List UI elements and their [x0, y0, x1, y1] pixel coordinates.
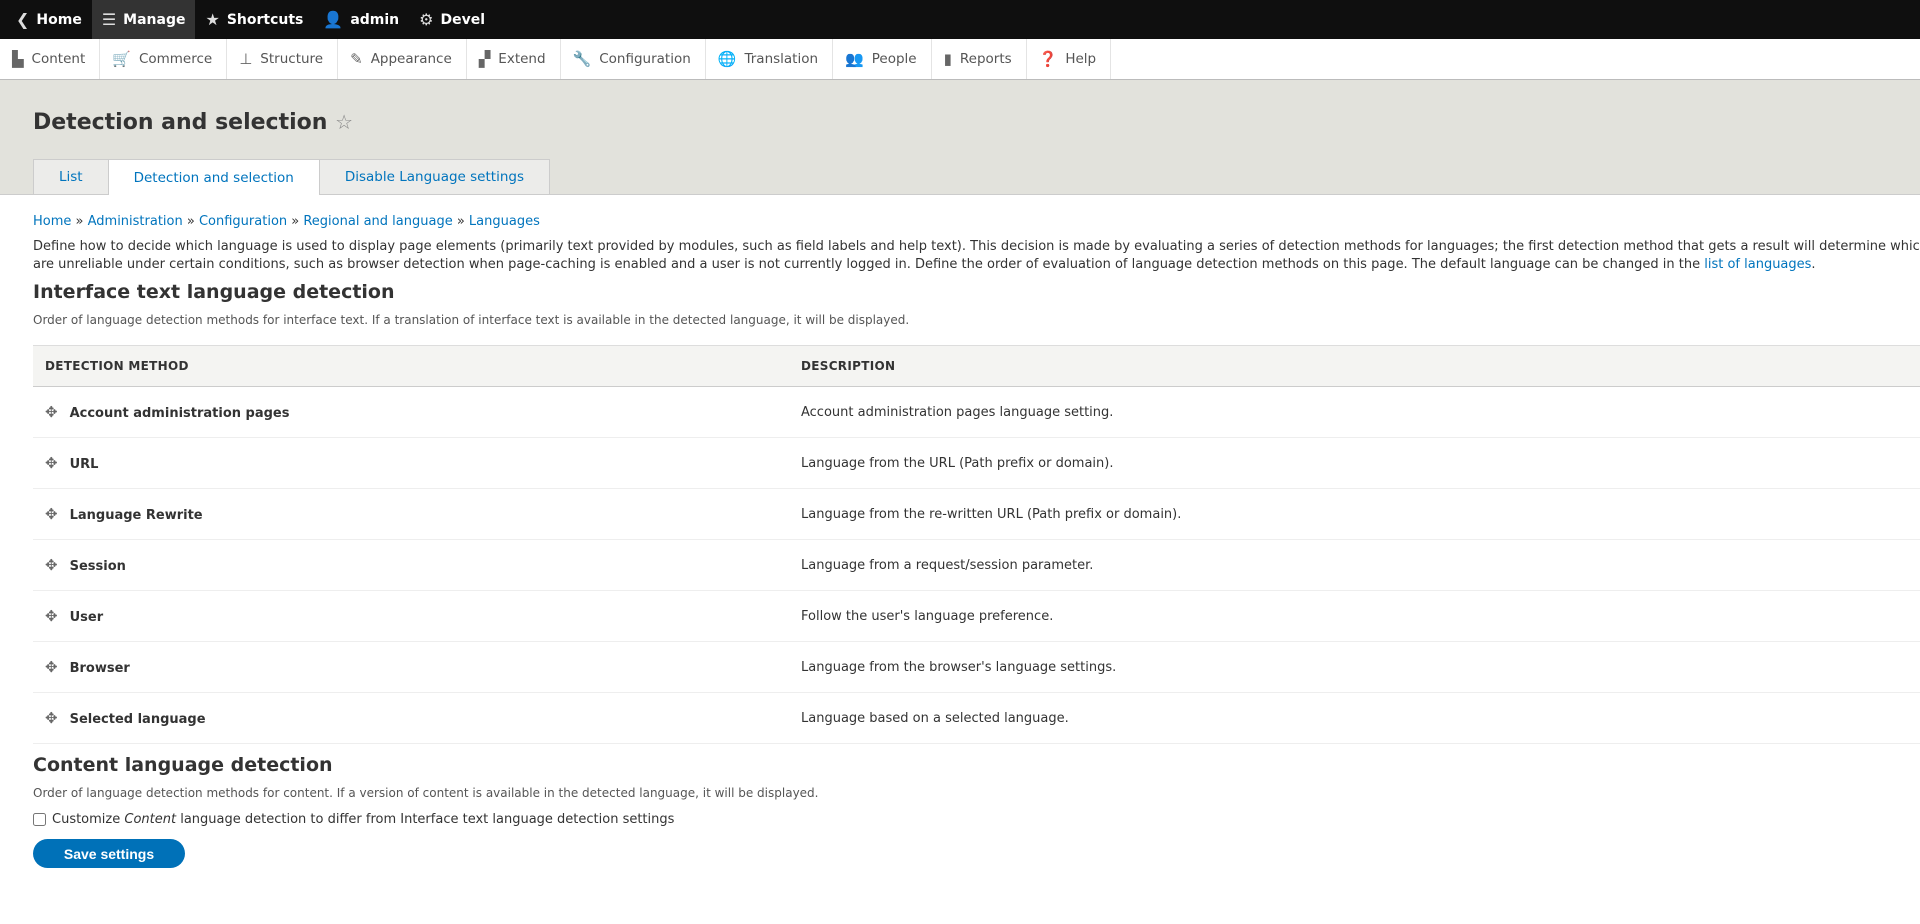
chevron-left-circle-icon: ❮	[16, 10, 30, 29]
interface-heading: Interface text language detection	[33, 281, 395, 303]
shortcut-star-icon[interactable]: ☆	[335, 110, 353, 134]
page-header: Detection and selection ☆ List Detection…	[0, 80, 1920, 195]
gear-icon: ⚙	[419, 10, 434, 29]
help-icon: ❓	[1038, 50, 1058, 68]
cart-icon: 🛒	[112, 50, 131, 68]
table-row: ✥ Account administration pages Account adm…	[33, 386, 1920, 438]
description-cell: Language from the re-written URL (Path p…	[789, 488, 1920, 540]
method-cell: ✥ Account administration pages	[33, 386, 789, 438]
tray-people[interactable]: 👥 People	[833, 39, 932, 79]
toolbar-home[interactable]: ❮ Home	[6, 0, 92, 39]
description-cell: Language from the browser's language set…	[789, 641, 1920, 693]
wrench-icon: 🔧	[572, 50, 592, 68]
breadcrumb-home[interactable]: Home	[33, 214, 71, 229]
list-of-languages-link[interactable]: list of languages	[1704, 257, 1811, 272]
drag-handle-icon[interactable]: ✥	[45, 709, 58, 727]
tray-content[interactable]: ▙ Content	[0, 39, 101, 79]
breadcrumb-configuration[interactable]: Configuration	[199, 214, 287, 229]
detection-methods-table: DETECTION METHOD DESCRIPTION ✥ Account adm…	[33, 345, 1920, 744]
breadcrumb-regional[interactable]: Regional and language	[303, 214, 452, 229]
page-description: Define how to decide which language is u…	[33, 239, 1920, 272]
content-description: Order of language detection methods for …	[33, 786, 819, 800]
brush-icon: ✎	[350, 50, 363, 68]
method-cell: ✥ Selected language	[33, 692, 789, 744]
table-row: ✥ Browser Language from the browser's lang…	[33, 641, 1920, 693]
globe-icon: 🌐	[717, 50, 737, 68]
tab-list[interactable]: List	[33, 159, 109, 194]
tray-commerce[interactable]: 🛒 Commerce	[100, 39, 228, 79]
method-cell: ✥ Browser	[33, 641, 789, 693]
column-detection-method: DETECTION METHOD	[33, 345, 789, 387]
method-cell: ✥ User	[33, 590, 789, 642]
drag-handle-icon[interactable]: ✥	[45, 454, 58, 472]
menu-icon: ☰	[101, 10, 117, 29]
toolbar-devel[interactable]: ⚙ Devel	[409, 0, 495, 39]
tray-structure[interactable]: ⊥ Structure	[227, 39, 339, 79]
customize-checkbox[interactable]	[33, 813, 46, 826]
drag-handle-icon[interactable]: ✥	[45, 403, 58, 421]
drag-handle-icon[interactable]: ✥	[45, 505, 58, 523]
column-description: DESCRIPTION	[789, 345, 1920, 387]
save-settings-button[interactable]: Save settings	[33, 839, 185, 868]
main-content: Home » Administration » Configuration » …	[0, 214, 1920, 868]
drag-handle-icon[interactable]: ✥	[45, 658, 58, 676]
toolbar-shortcuts[interactable]: ★ Shortcuts	[195, 0, 313, 39]
puzzle-icon: ▞	[478, 50, 491, 68]
breadcrumb-languages[interactable]: Languages	[469, 214, 540, 229]
admin-toolbar: ❮ Home ☰ Manage ★ Shortcuts 👤 admin ⚙ Devel	[0, 0, 1920, 39]
tab-disable-language-settings[interactable]: Disable Language settings	[318, 159, 550, 194]
tab-detection-and-selection[interactable]: Detection and selection	[107, 159, 320, 195]
primary-tabs: List Detection and selection Disable Lan…	[33, 159, 550, 195]
table-row: ✥ URL Language from the URL (Path prefix o…	[33, 437, 1920, 489]
toolbar-manage[interactable]: ☰ Manage	[91, 0, 196, 39]
customize-content-detection[interactable]: Customize Content language detection to …	[33, 812, 1920, 827]
bar-chart-icon: ▮	[943, 50, 952, 68]
breadcrumb-administration[interactable]: Administration	[88, 214, 183, 229]
star-icon: ★	[205, 10, 220, 29]
tray-configuration[interactable]: 🔧 Configuration	[561, 39, 706, 79]
description-cell: Follow the user's language preference.	[789, 590, 1920, 642]
table-row: ✥ Language Rewrite Language from the re-wr…	[33, 488, 1920, 540]
drag-handle-icon[interactable]: ✥	[45, 607, 58, 625]
tray-appearance[interactable]: ✎ Appearance	[338, 39, 467, 79]
description-cell: Language from the URL (Path prefix or do…	[789, 437, 1920, 489]
tray-extend[interactable]: ▞ Extend	[467, 39, 561, 79]
table-row: ✥ Session Language from a request/session …	[33, 539, 1920, 591]
method-cell: ✥ Session	[33, 539, 789, 591]
interface-description: Order of language detection methods for …	[33, 313, 910, 327]
people-icon: 👥	[845, 50, 864, 68]
description-cell: Language from a request/session paramete…	[789, 539, 1920, 591]
method-cell: ✥ URL	[33, 437, 789, 489]
table-row: ✥ Selected language Language based on a se…	[33, 692, 1920, 744]
content-heading: Content language detection	[33, 754, 333, 776]
drag-handle-icon[interactable]: ✥	[45, 556, 58, 574]
method-cell: ✥ Language Rewrite	[33, 488, 789, 540]
description-cell: Account administration pages language se…	[789, 386, 1920, 438]
toolbar-admin[interactable]: 👤 admin	[313, 0, 409, 39]
description-cell: Language based on a selected language.	[789, 692, 1920, 744]
tray-reports[interactable]: ▮ Reports	[932, 39, 1027, 79]
page-title: Detection and selection ☆	[33, 110, 354, 135]
file-icon: ▙	[12, 50, 24, 68]
manage-tray: ▙ Content 🛒 Commerce ⊥ Structure ✎ Appearanc…	[0, 39, 1920, 80]
tray-help[interactable]: ❓ Help	[1027, 39, 1112, 79]
user-icon: 👤	[323, 10, 344, 29]
table-row: ✥ User Follow the user's language preferen…	[33, 590, 1920, 642]
tray-translation[interactable]: 🌐 Translation	[706, 39, 834, 79]
sitemap-icon: ⊥	[239, 50, 253, 68]
breadcrumb: Home » Administration » Configuration » …	[33, 214, 540, 229]
